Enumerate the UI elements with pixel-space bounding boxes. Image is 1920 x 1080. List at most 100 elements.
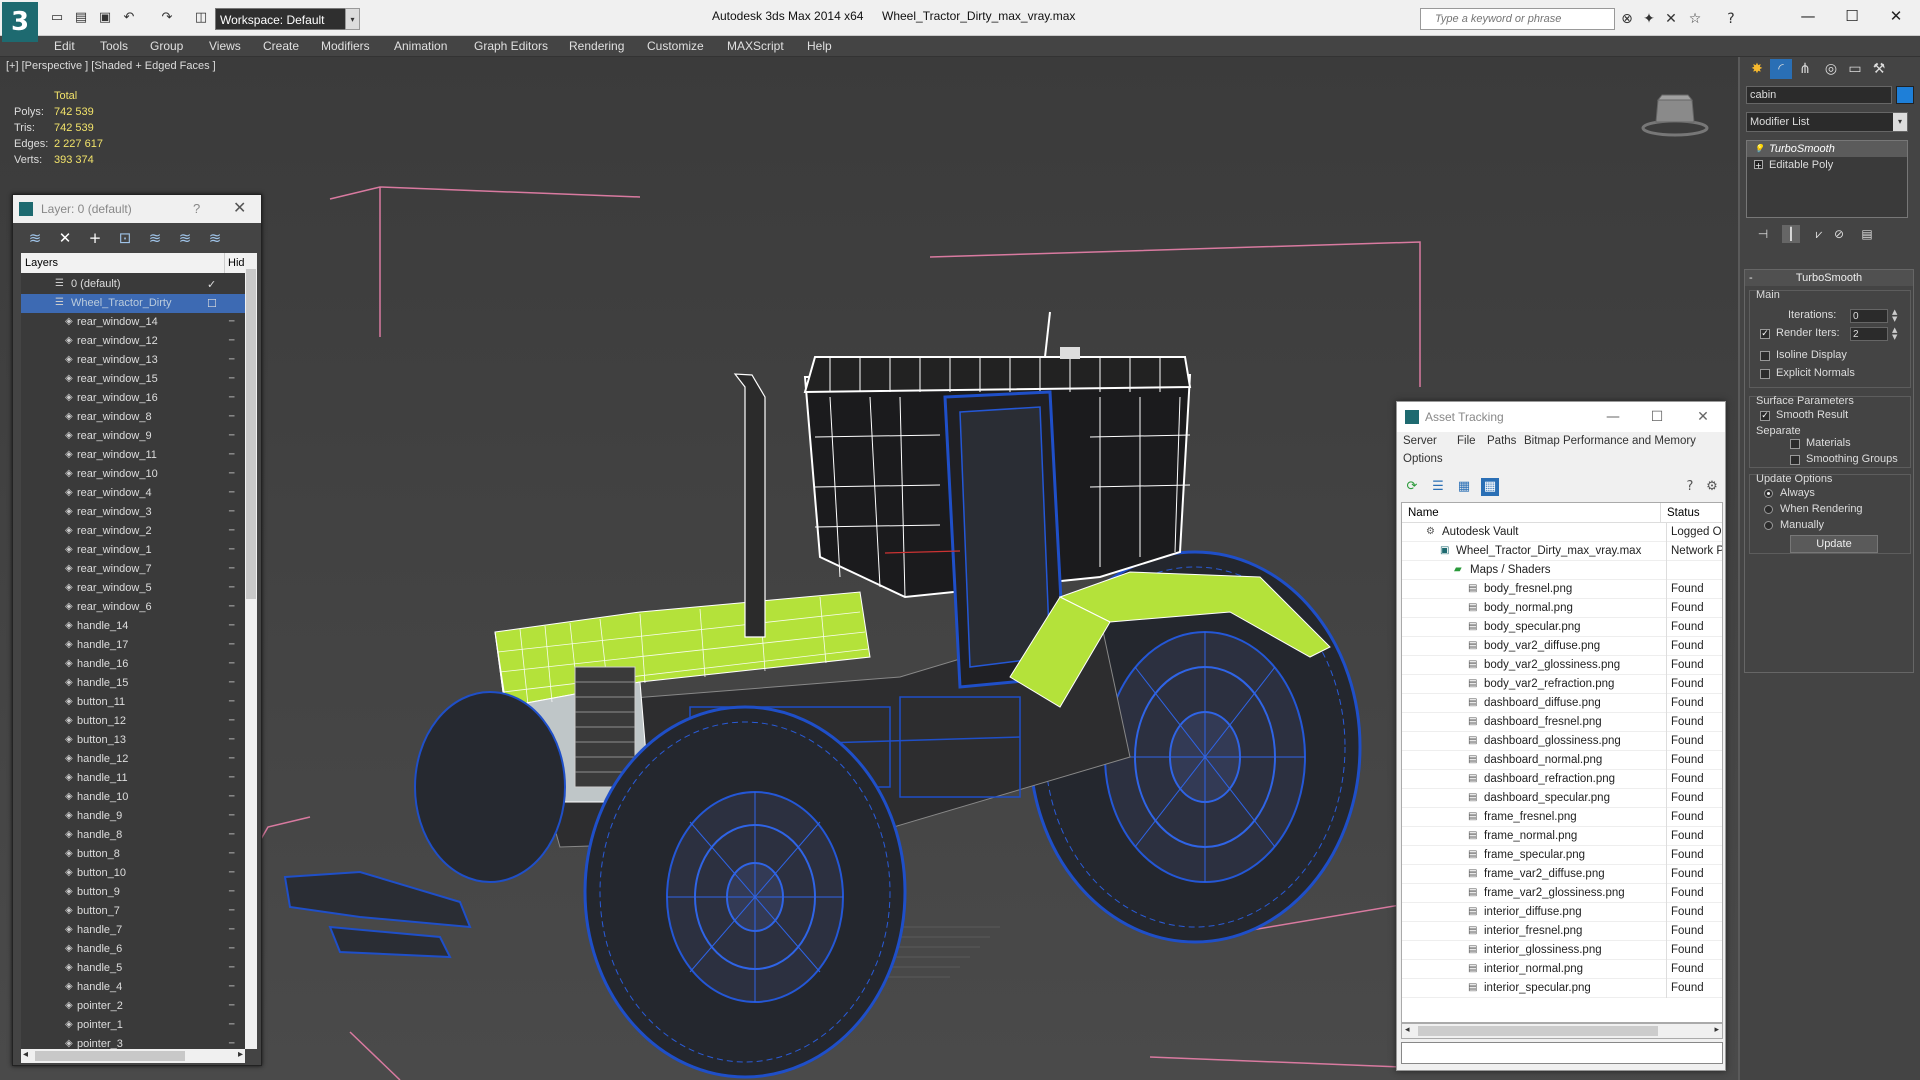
asset-menu-bitmap-performance[interactable]: Bitmap Performance and Memory — [1524, 435, 1696, 447]
layer-row[interactable]: ◈ handle_8 ━ — [21, 826, 245, 845]
hide-toggle[interactable]: ━ — [229, 940, 241, 959]
layer-row[interactable]: ◈ handle_7 ━ — [21, 921, 245, 940]
asset-close-icon[interactable]: ✕ — [1683, 402, 1723, 432]
asset-row[interactable]: ▤ frame_specular.png Found — [1402, 846, 1722, 865]
asset-row[interactable]: ▤ interior_specular.png Found — [1402, 979, 1722, 998]
binoculars-icon[interactable]: ⊗ — [1618, 10, 1636, 28]
asset-row[interactable]: ▤ body_normal.png Found — [1402, 599, 1722, 618]
current-layer-box-icon[interactable]: ☐ — [207, 294, 219, 313]
layer-scroll-thumb[interactable] — [246, 269, 256, 599]
asset-menu-options[interactable]: Options — [1403, 453, 1443, 465]
turbosmooth-rollout-header[interactable]: - TurboSmooth — [1745, 270, 1913, 286]
communication-center-icon[interactable]: ✦ — [1640, 10, 1658, 28]
layers-column-header[interactable]: Layers — [25, 253, 58, 273]
stack-item-editable-poly[interactable]: + Editable Poly — [1747, 157, 1907, 173]
freeze-all-layers-icon[interactable]: ≋ — [205, 229, 225, 247]
layer-row[interactable]: ◈ button_11 ━ — [21, 693, 245, 712]
search-input[interactable] — [1421, 9, 1614, 29]
close-icon[interactable]: ✕ — [1876, 4, 1916, 28]
favorites-star-icon[interactable]: ☆ — [1686, 10, 1704, 28]
hide-toggle[interactable]: ━ — [229, 313, 241, 332]
hide-toggle[interactable]: ━ — [229, 617, 241, 636]
layer-row[interactable]: ◈ pointer_1 ━ — [21, 1016, 245, 1035]
menu-maxscript[interactable]: MAXScript — [727, 39, 784, 53]
iterations-spinner-arrows[interactable]: ▲ ▼ — [1892, 309, 1897, 323]
utilities-tab-icon[interactable]: ⚒ — [1868, 59, 1890, 79]
hierarchy-tab-icon[interactable]: ⋔ — [1794, 59, 1816, 79]
layer-row[interactable]: ◈ handle_14 ━ — [21, 617, 245, 636]
asset-row[interactable]: ▰ Maps / Shaders — [1402, 561, 1722, 580]
menu-help[interactable]: Help — [807, 39, 832, 53]
minimize-icon[interactable]: — — [1788, 4, 1828, 28]
asset-row[interactable]: ▤ body_fresnel.png Found — [1402, 580, 1722, 599]
table-view-icon[interactable]: ▦ — [1481, 478, 1499, 496]
hide-toggle[interactable]: ━ — [229, 712, 241, 731]
pin-stack-icon[interactable]: ⊣ — [1754, 225, 1772, 243]
asset-maximize-icon[interactable]: ☐ — [1637, 402, 1677, 432]
layer-list[interactable]: Layers Hid ☰ 0 (default) ✓ ☰ Wheel_Tractor_D… — [21, 253, 245, 1049]
hide-all-layers-icon[interactable]: ≋ — [175, 229, 195, 247]
lightbulb-icon[interactable]: 💡 — [1754, 144, 1764, 153]
thumbnail-view-icon[interactable]: ▦ — [1455, 478, 1473, 496]
asset-row[interactable]: ▤ dashboard_fresnel.png Found — [1402, 713, 1722, 732]
layer-row[interactable]: ◈ rear_window_10 ━ — [21, 465, 245, 484]
hide-toggle[interactable]: ━ — [229, 959, 241, 978]
redo-icon[interactable]: ↷ — [158, 9, 176, 27]
asset-row[interactable]: ▤ interior_glossiness.png Found — [1402, 941, 1722, 960]
hide-toggle[interactable]: ━ — [229, 883, 241, 902]
hide-toggle[interactable]: ━ — [229, 351, 241, 370]
update-when-rendering-radio[interactable] — [1764, 505, 1773, 514]
hide-toggle[interactable]: ━ — [229, 522, 241, 541]
layer-row[interactable]: ◈ rear_window_11 ━ — [21, 446, 245, 465]
asset-row[interactable]: ▤ interior_normal.png Found — [1402, 960, 1722, 979]
layer-row[interactable]: ◈ rear_window_6 ━ — [21, 598, 245, 617]
layer-row[interactable]: ◈ button_13 ━ — [21, 731, 245, 750]
hide-toggle[interactable]: ━ — [229, 408, 241, 427]
highlight-layer-icon[interactable]: ≋ — [145, 229, 165, 247]
asset-row[interactable]: ▤ dashboard_refraction.png Found — [1402, 770, 1722, 789]
hide-toggle[interactable]: ━ — [229, 465, 241, 484]
maximize-icon[interactable]: ☐ — [1832, 4, 1872, 28]
asset-row[interactable]: ▤ frame_var2_diffuse.png Found — [1402, 865, 1722, 884]
workspace-dropdown[interactable]: Workspace: Default ▾ — [215, 8, 360, 30]
update-manually-radio[interactable] — [1764, 521, 1773, 530]
menu-edit[interactable]: Edit — [54, 39, 75, 53]
layer-help-icon[interactable]: ? — [193, 195, 200, 223]
layer-row[interactable]: ◈ handle_5 ━ — [21, 959, 245, 978]
layer-row[interactable]: ◈ handle_12 ━ — [21, 750, 245, 769]
layer-row[interactable]: ◈ button_7 ━ — [21, 902, 245, 921]
layer-row[interactable]: ◈ rear_window_16 ━ — [21, 389, 245, 408]
hide-toggle[interactable]: ━ — [229, 978, 241, 997]
hide-toggle[interactable]: ━ — [229, 1035, 241, 1049]
render-iters-spinner-arrows[interactable]: ▲ ▼ — [1892, 327, 1897, 341]
display-tab-icon[interactable]: ▭ — [1844, 59, 1866, 79]
hide-toggle[interactable]: ━ — [229, 332, 241, 351]
hide-column-header[interactable]: Hid — [224, 253, 245, 273]
asset-row[interactable]: ▤ body_var2_refraction.png Found — [1402, 675, 1722, 694]
layer-row[interactable]: ◈ rear_window_2 ━ — [21, 522, 245, 541]
hide-toggle[interactable]: ━ — [229, 788, 241, 807]
asset-status-column-header[interactable]: Status — [1660, 503, 1700, 523]
object-name-field[interactable] — [1746, 86, 1892, 104]
layer-row[interactable]: ◈ rear_window_8 ━ — [21, 408, 245, 427]
layer-row[interactable]: ◈ rear_window_1 ━ — [21, 541, 245, 560]
menu-customize[interactable]: Customize — [647, 39, 704, 53]
layer-row[interactable]: ◈ handle_16 ━ — [21, 655, 245, 674]
asset-row[interactable]: ▤ dashboard_glossiness.png Found — [1402, 732, 1722, 751]
hide-toggle[interactable]: ━ — [229, 674, 241, 693]
object-color-swatch[interactable] — [1896, 86, 1914, 104]
delete-layer-icon[interactable]: ✕ — [55, 229, 75, 247]
layer-row[interactable]: ◈ rear_window_13 ━ — [21, 351, 245, 370]
materials-checkbox[interactable] — [1790, 439, 1800, 449]
layer-list-icon[interactable]: ≋ — [25, 229, 45, 247]
hide-toggle[interactable]: ━ — [229, 427, 241, 446]
layer-row[interactable]: ◈ rear_window_4 ━ — [21, 484, 245, 503]
render-iters-spinner[interactable] — [1850, 327, 1888, 341]
asset-minimize-icon[interactable]: — — [1593, 402, 1633, 432]
hide-toggle[interactable]: ━ — [229, 731, 241, 750]
subscription-icon[interactable]: ✕ — [1662, 10, 1680, 28]
hide-toggle[interactable]: ━ — [229, 845, 241, 864]
layer-row[interactable]: ☰ 0 (default) ✓ — [21, 275, 245, 294]
remove-modifier-icon[interactable]: ⊘ — [1830, 225, 1848, 243]
layer-row[interactable]: ◈ rear_window_12 ━ — [21, 332, 245, 351]
